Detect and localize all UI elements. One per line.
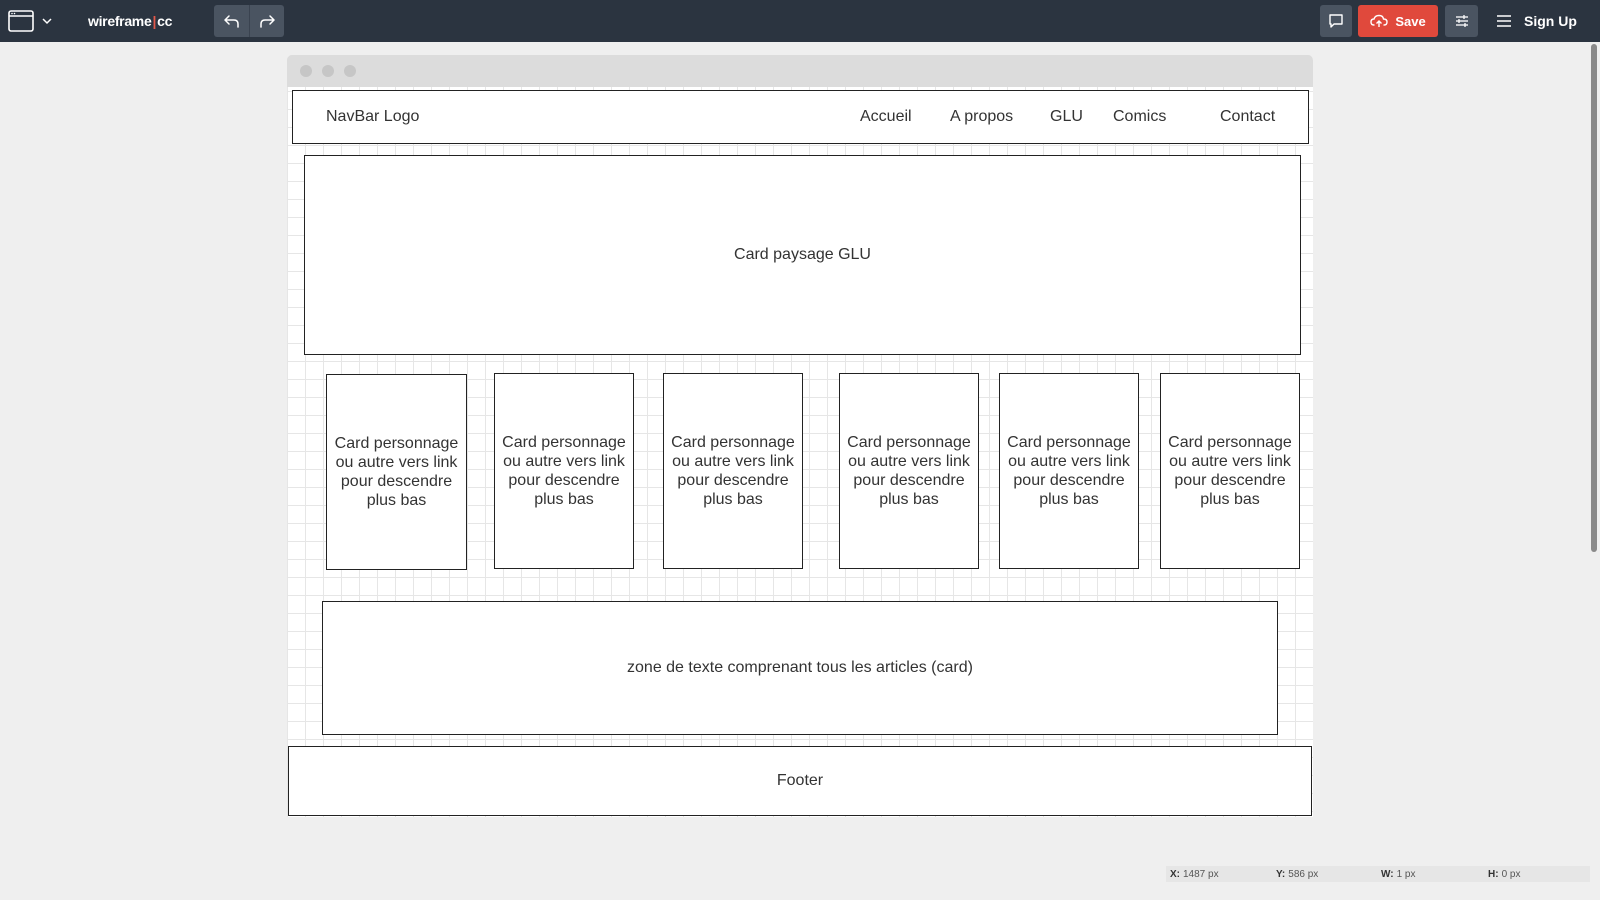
status-h-value: 0 px (1501, 868, 1521, 880)
app-logo: wireframe | cc (88, 0, 172, 42)
history-controls (214, 5, 284, 37)
main-menu-button[interactable] (1492, 5, 1516, 37)
character-card[interactable]: Card personnage ou autre vers link pour … (494, 373, 634, 569)
character-card-label: Card personnage ou autre vers link pour … (1007, 434, 1131, 508)
character-card-label: Card personnage ou autre vers link pour … (847, 434, 971, 508)
cloud-upload-icon (1370, 14, 1389, 27)
status-h: H: 0 px (1488, 866, 1520, 882)
nav-link-contact[interactable]: Contact (1220, 91, 1275, 143)
character-card[interactable]: Card personnage ou autre vers link pour … (1160, 373, 1300, 569)
undo-button[interactable] (215, 5, 249, 37)
nav-link-comics[interactable]: Comics (1113, 91, 1166, 143)
app-logo-right: cc (157, 13, 173, 29)
scrollbar-thumb[interactable] (1591, 44, 1597, 552)
status-h-label: H: (1488, 868, 1499, 880)
footer-label: Footer (776, 772, 824, 789)
redo-icon (259, 15, 275, 28)
window-dot-icon (300, 65, 312, 77)
status-w: W: 1 px (1381, 866, 1416, 882)
save-button-label: Save (1395, 13, 1426, 29)
footer-box[interactable]: Footer (288, 746, 1312, 816)
browser-title-bar (287, 55, 1313, 87)
character-card-label: Card personnage ou autre vers link pour … (671, 434, 795, 508)
chevron-down-icon (42, 18, 52, 25)
status-x: X: 1487 px (1170, 866, 1219, 882)
character-card-label: Card personnage ou autre vers link pour … (502, 434, 626, 508)
hero-card-label: Card paysage GLU (734, 246, 871, 263)
comment-icon (1329, 14, 1343, 28)
nav-link-accueil[interactable]: Accueil (860, 91, 912, 143)
status-x-label: X: (1170, 868, 1180, 880)
character-card[interactable]: Card personnage ou autre vers link pour … (663, 373, 803, 569)
status-x-value: 1487 px (1183, 868, 1219, 880)
save-button[interactable]: Save (1358, 5, 1438, 37)
status-w-value: 1 px (1396, 868, 1416, 880)
character-card[interactable]: Card personnage ou autre vers link pour … (839, 373, 979, 569)
window-dot-icon (322, 65, 334, 77)
articles-text-zone[interactable]: zone de texte comprenant tous les articl… (322, 601, 1278, 735)
wireframe-navbar[interactable]: NavBar Logo Accueil A propos GLU Comics … (292, 90, 1309, 144)
window-dot-icon (344, 65, 356, 77)
navbar-logo: NavBar Logo (326, 108, 420, 125)
sign-up-link[interactable]: Sign Up (1524, 5, 1577, 37)
character-card-label: Card personnage ou autre vers link pour … (1168, 434, 1292, 508)
status-y: Y: 586 px (1276, 866, 1318, 882)
status-y-label: Y: (1276, 868, 1286, 880)
nav-link-glu[interactable]: GLU (1050, 91, 1083, 143)
nav-link-a-propos[interactable]: A propos (950, 91, 1013, 143)
redo-button[interactable] (250, 5, 284, 37)
sliders-icon (1455, 15, 1468, 27)
undo-icon (223, 15, 239, 28)
articles-text-zone-label: zone de texte comprenant tous les articl… (627, 659, 973, 676)
window-menu-button[interactable] (8, 9, 54, 33)
status-w-label: W: (1381, 868, 1394, 880)
hero-card[interactable]: Card paysage GLU (304, 155, 1301, 355)
status-bar: X: 1487 px Y: 586 px W: 1 px H: 0 px (1166, 866, 1590, 882)
hamburger-menu-icon (1497, 15, 1511, 27)
character-card[interactable]: Card personnage ou autre vers link pour … (999, 373, 1139, 569)
comment-button[interactable] (1320, 5, 1352, 37)
character-card-label: Card personnage ou autre vers link pour … (334, 435, 459, 509)
character-card[interactable]: Card personnage ou autre vers link pour … (326, 374, 467, 570)
vertical-scrollbar[interactable] (1588, 42, 1600, 900)
status-y-value: 586 px (1288, 868, 1319, 880)
app-logo-left: wireframe (88, 13, 152, 29)
browser-window-icon (8, 10, 34, 32)
app-logo-divider: | (152, 13, 157, 29)
top-toolbar: wireframe | cc Save Sign Up (0, 0, 1600, 42)
settings-button[interactable] (1445, 5, 1478, 37)
